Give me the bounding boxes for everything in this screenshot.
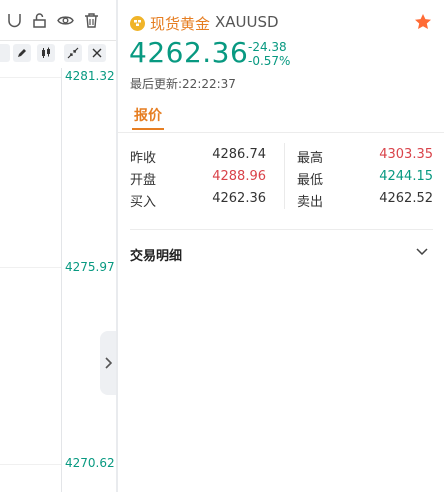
chevron-down-icon[interactable] xyxy=(416,248,428,256)
close-button[interactable] xyxy=(88,44,106,62)
trash-icon[interactable] xyxy=(83,12,100,29)
price-axis-label: 4270.62 xyxy=(65,456,115,470)
lock-icon[interactable] xyxy=(31,12,48,29)
last-updated-label: 最后更新: xyxy=(130,77,183,91)
price-change-percent: -0.57% xyxy=(248,54,291,68)
candles-icon xyxy=(42,47,50,58)
quote-label: 最高 xyxy=(297,151,324,166)
tool-button-partial[interactable] xyxy=(0,44,10,62)
eye-icon[interactable] xyxy=(57,12,74,29)
quote-value: 4303.35 xyxy=(379,147,433,162)
divider xyxy=(118,132,444,133)
magnet-icon[interactable] xyxy=(6,12,23,29)
quote-label: 买入 xyxy=(130,195,157,210)
quote-value: 4262.36 xyxy=(212,191,266,206)
quote-value: 4286.74 xyxy=(212,147,266,162)
tab-quote[interactable]: 报价 xyxy=(134,105,162,125)
quote-row: 开盘 4288.96 最低 4244.15 xyxy=(130,167,433,189)
last-updated-time: 22:22:37 xyxy=(182,77,236,91)
last-price: 4262.36 xyxy=(129,36,249,69)
collapse-panel-button[interactable] xyxy=(100,331,116,395)
gold-icon xyxy=(130,16,145,31)
quote-value: 4244.15 xyxy=(379,169,433,184)
price-axis-label: 4275.97 xyxy=(65,260,115,274)
quote-row: 买入 4262.36 卖出 4262.52 xyxy=(130,189,433,211)
grid-line xyxy=(0,77,61,78)
grid-line xyxy=(0,464,61,465)
quote-table: 昨收 4286.74 最高 4303.35 开盘 4288.96 最低 4244… xyxy=(130,145,433,211)
chart-area[interactable]: 4281.32 4275.97 4270.62 xyxy=(0,0,116,492)
last-updated: 最后更新:22:22:37 xyxy=(130,75,236,92)
quote-label: 开盘 xyxy=(130,173,157,188)
pencil-icon xyxy=(18,49,26,57)
quote-label: 卖出 xyxy=(297,195,324,210)
shrink-icon xyxy=(67,47,79,59)
chart-toolbar xyxy=(0,0,116,41)
symbol-code: XAUUSD xyxy=(215,13,279,31)
pencil-button[interactable] xyxy=(13,44,31,62)
candles-button[interactable] xyxy=(37,44,55,62)
active-tab-indicator xyxy=(132,128,164,130)
drawing-toolbar xyxy=(0,40,116,68)
shrink-button[interactable] xyxy=(64,44,82,62)
quote-value: 4262.52 xyxy=(379,191,433,206)
symbol-name: 现货黄金 xyxy=(150,15,211,33)
chevron-right-icon xyxy=(105,357,112,369)
trade-details-toggle[interactable]: 交易明细 xyxy=(130,245,182,264)
price-axis-divider xyxy=(61,68,62,492)
price-axis-label: 4281.32 xyxy=(65,69,115,83)
quote-row: 昨收 4286.74 最高 4303.35 xyxy=(130,145,433,167)
price-change: -24.38 xyxy=(248,40,287,54)
close-icon xyxy=(92,48,102,58)
quote-label: 昨收 xyxy=(130,151,157,166)
favorite-star-icon[interactable] xyxy=(414,13,432,31)
symbol-info-panel: 现货黄金 XAUUSD 4262.36 -24.38 -0.57% 最后更新:2… xyxy=(118,0,444,492)
divider xyxy=(130,229,433,230)
quote-label: 最低 xyxy=(297,173,324,188)
grid-line xyxy=(0,267,61,268)
quote-value: 4288.96 xyxy=(212,169,266,184)
